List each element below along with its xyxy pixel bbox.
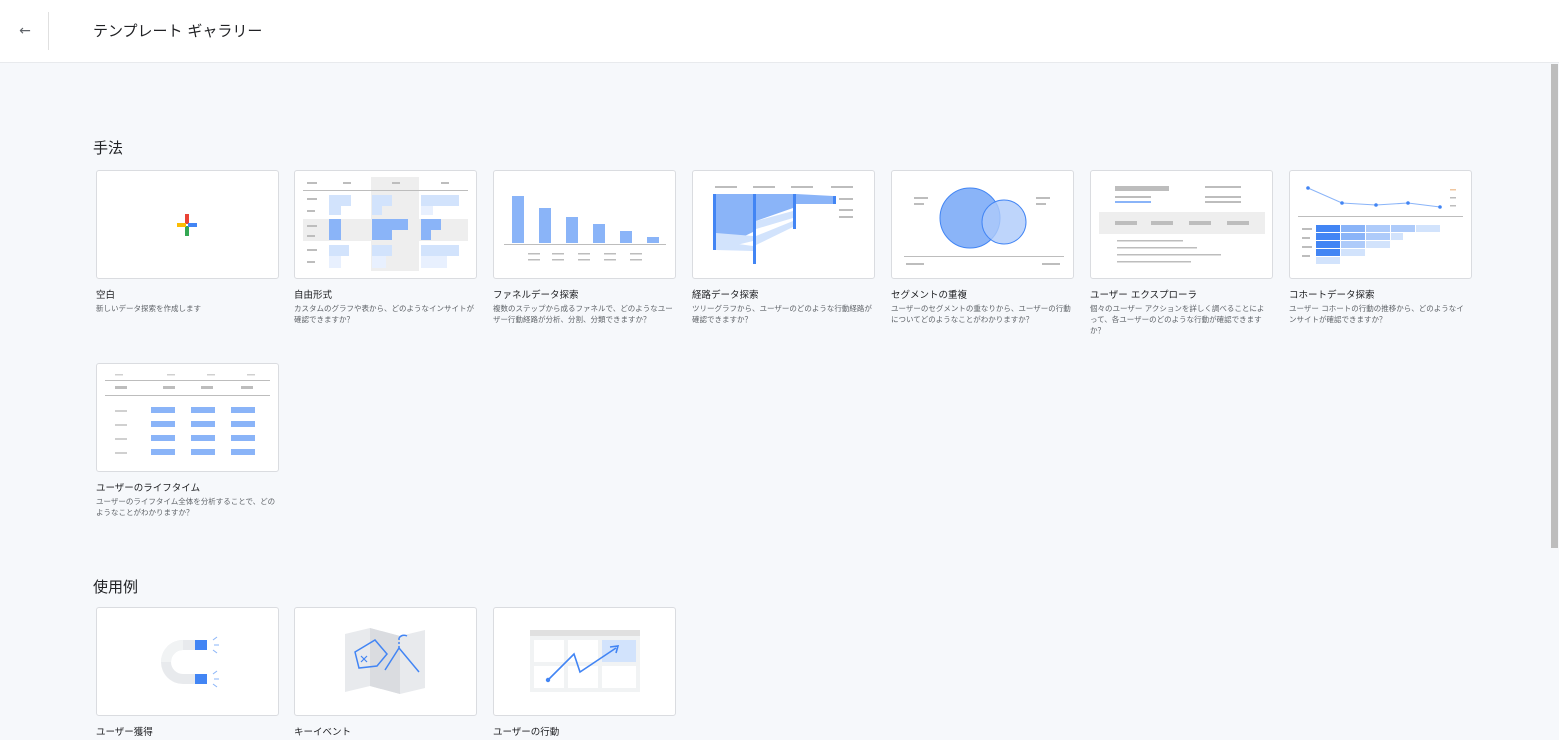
card-thumbnail <box>1289 170 1472 279</box>
template-card-user-explorer[interactable]: ユーザー エクスプローラ 個々のユーザー アクションを詳しく調べることによって、… <box>1090 170 1273 336</box>
card-description: ツリーグラフから、ユーザーのどのような行動経路が確認できますか？ <box>692 304 872 324</box>
card-thumbnail <box>294 607 477 716</box>
page-title: テンプレート ギャラリー <box>93 22 263 40</box>
card-description: ユーザーのライフタイム全体を分析することで、どのようなことがわかりますか？ <box>96 497 276 517</box>
explorer-thumbnail <box>1099 186 1265 263</box>
magnet-icon <box>161 636 219 688</box>
card-description: 複数のステップから成るファネルで、どのようなユーザー行動経路が分析、分割、分類で… <box>493 304 673 324</box>
card-title: ユーザー エクスプローラ <box>1090 290 1198 301</box>
card-description: 新しいデータ探索を作成します <box>96 304 201 313</box>
cohort-thumbnail <box>1298 186 1463 264</box>
use-case-card-acquisition[interactable]: ユーザー獲得 <box>96 607 279 739</box>
template-card-path[interactable]: 経路データ探索 ツリーグラフから、ユーザーのどのような行動経路が確認できますか？ <box>692 170 875 325</box>
back-arrow-icon[interactable]: ← <box>14 20 36 42</box>
card-description: カスタムのグラフや表から、どのようなインサイトが確認できますか？ <box>294 304 474 324</box>
card-thumbnail <box>294 170 477 279</box>
card-thumbnail <box>692 170 875 279</box>
divider <box>48 12 49 50</box>
card-title: ユーザーのライフタイム <box>96 483 201 494</box>
section-heading-use-cases: 使用例 <box>93 578 139 596</box>
venn-thumbnail <box>904 187 1064 265</box>
section-heading-techniques: 手法 <box>93 139 124 157</box>
card-title: 空白 <box>96 290 116 301</box>
card-title: セグメントの重複 <box>891 290 968 301</box>
trend-icon <box>530 630 640 692</box>
card-thumbnail <box>96 607 279 716</box>
card-description: 個々のユーザー アクションを詳しく調べることによって、各ユーザーのどのような行動… <box>1090 304 1265 335</box>
plus-icon <box>177 214 197 236</box>
card-title: ファネルデータ探索 <box>493 290 579 301</box>
funnel-thumbnail <box>504 196 666 261</box>
card-title: キーイベント <box>294 727 352 738</box>
path-thumbnail <box>713 186 853 264</box>
lifetime-thumbnail <box>105 374 270 455</box>
template-card-free-form[interactable]: 自由形式 カスタムのグラフや表から、どのようなインサイトが確認できますか？ <box>294 170 477 325</box>
template-card-segment-overlap[interactable]: セグメントの重複 ユーザーのセグメントの重なりから、ユーザーの行動についてどのよ… <box>891 170 1074 325</box>
card-thumbnail <box>493 170 676 279</box>
card-thumbnail <box>96 170 279 279</box>
card-description: ユーザーのセグメントの重なりから、ユーザーの行動についてどのようなことがわかりま… <box>891 304 1071 324</box>
template-card-blank[interactable]: 空白 新しいデータ探索を作成します <box>96 170 279 314</box>
card-title: 経路データ探索 <box>692 290 759 301</box>
scrollbar-thumb[interactable] <box>1551 64 1558 548</box>
scrollbar[interactable] <box>1550 62 1559 740</box>
card-thumbnail <box>891 170 1074 279</box>
use-case-card-key-event[interactable]: キーイベント <box>294 607 477 739</box>
use-case-card-user-behavior[interactable]: ユーザーの行動 <box>493 607 676 739</box>
card-title: ユーザーの行動 <box>493 727 560 738</box>
card-description: ユーザー コホートの行動の推移から、どのようなインサイトが確認できますか？ <box>1289 304 1464 324</box>
template-card-lifetime[interactable]: ユーザーのライフタイム ユーザーのライフタイム全体を分析することで、どのようなこ… <box>96 363 279 518</box>
card-title: 自由形式 <box>294 290 333 301</box>
top-bar: ← テンプレート ギャラリー <box>0 0 1559 62</box>
card-title: コホートデータ探索 <box>1289 290 1375 301</box>
template-card-cohort[interactable]: コホートデータ探索 ユーザー コホートの行動の推移から、どのようなインサイトが確… <box>1289 170 1472 325</box>
table-thumbnail <box>303 177 468 271</box>
card-thumbnail <box>96 363 279 472</box>
map-icon <box>345 628 425 694</box>
card-title: ユーザー獲得 <box>96 727 153 738</box>
template-card-funnel[interactable]: ファネルデータ探索 複数のステップから成るファネルで、どのようなユーザー行動経路… <box>493 170 676 325</box>
card-thumbnail <box>1090 170 1273 279</box>
card-thumbnail <box>493 607 676 716</box>
